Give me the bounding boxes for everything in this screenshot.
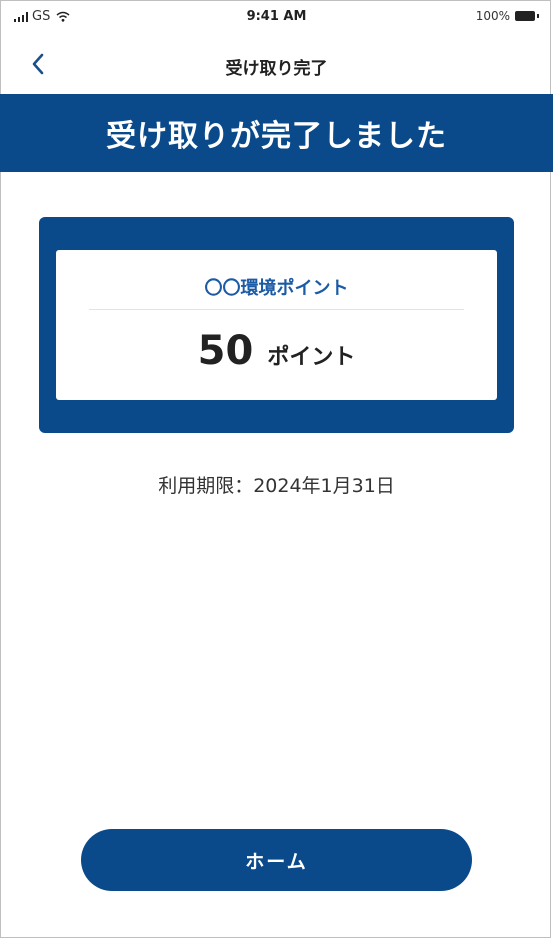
home-button[interactable]: ホーム bbox=[81, 829, 472, 891]
nav-title: 受け取り完了 bbox=[225, 59, 328, 79]
status-time: 9:41 AM bbox=[246, 9, 307, 24]
battery-icon bbox=[515, 11, 539, 21]
nav-bar: 受け取り完了 bbox=[0, 36, 553, 94]
completion-message: 受け取りが完了しました bbox=[106, 119, 447, 154]
status-bar: GS 9:41 AM 100% bbox=[0, 0, 553, 36]
divider bbox=[89, 309, 464, 310]
point-name: 〇〇環境ポイント bbox=[204, 278, 349, 299]
home-button-label: ホーム bbox=[245, 850, 308, 873]
point-value-row: 50 ポイント bbox=[56, 328, 497, 374]
expiry-date: 利用期限：2024年1月31日 bbox=[158, 475, 395, 497]
point-card-body: 〇〇環境ポイント 50 ポイント bbox=[56, 250, 497, 400]
battery-percent: 100% bbox=[475, 9, 510, 23]
point-card: 〇〇環境ポイント 50 ポイント bbox=[39, 217, 514, 433]
point-value: 50 bbox=[197, 328, 254, 374]
completion-banner: 受け取りが完了しました bbox=[0, 94, 553, 172]
status-right: 100% bbox=[476, 9, 539, 23]
point-unit: ポイント bbox=[267, 345, 356, 370]
